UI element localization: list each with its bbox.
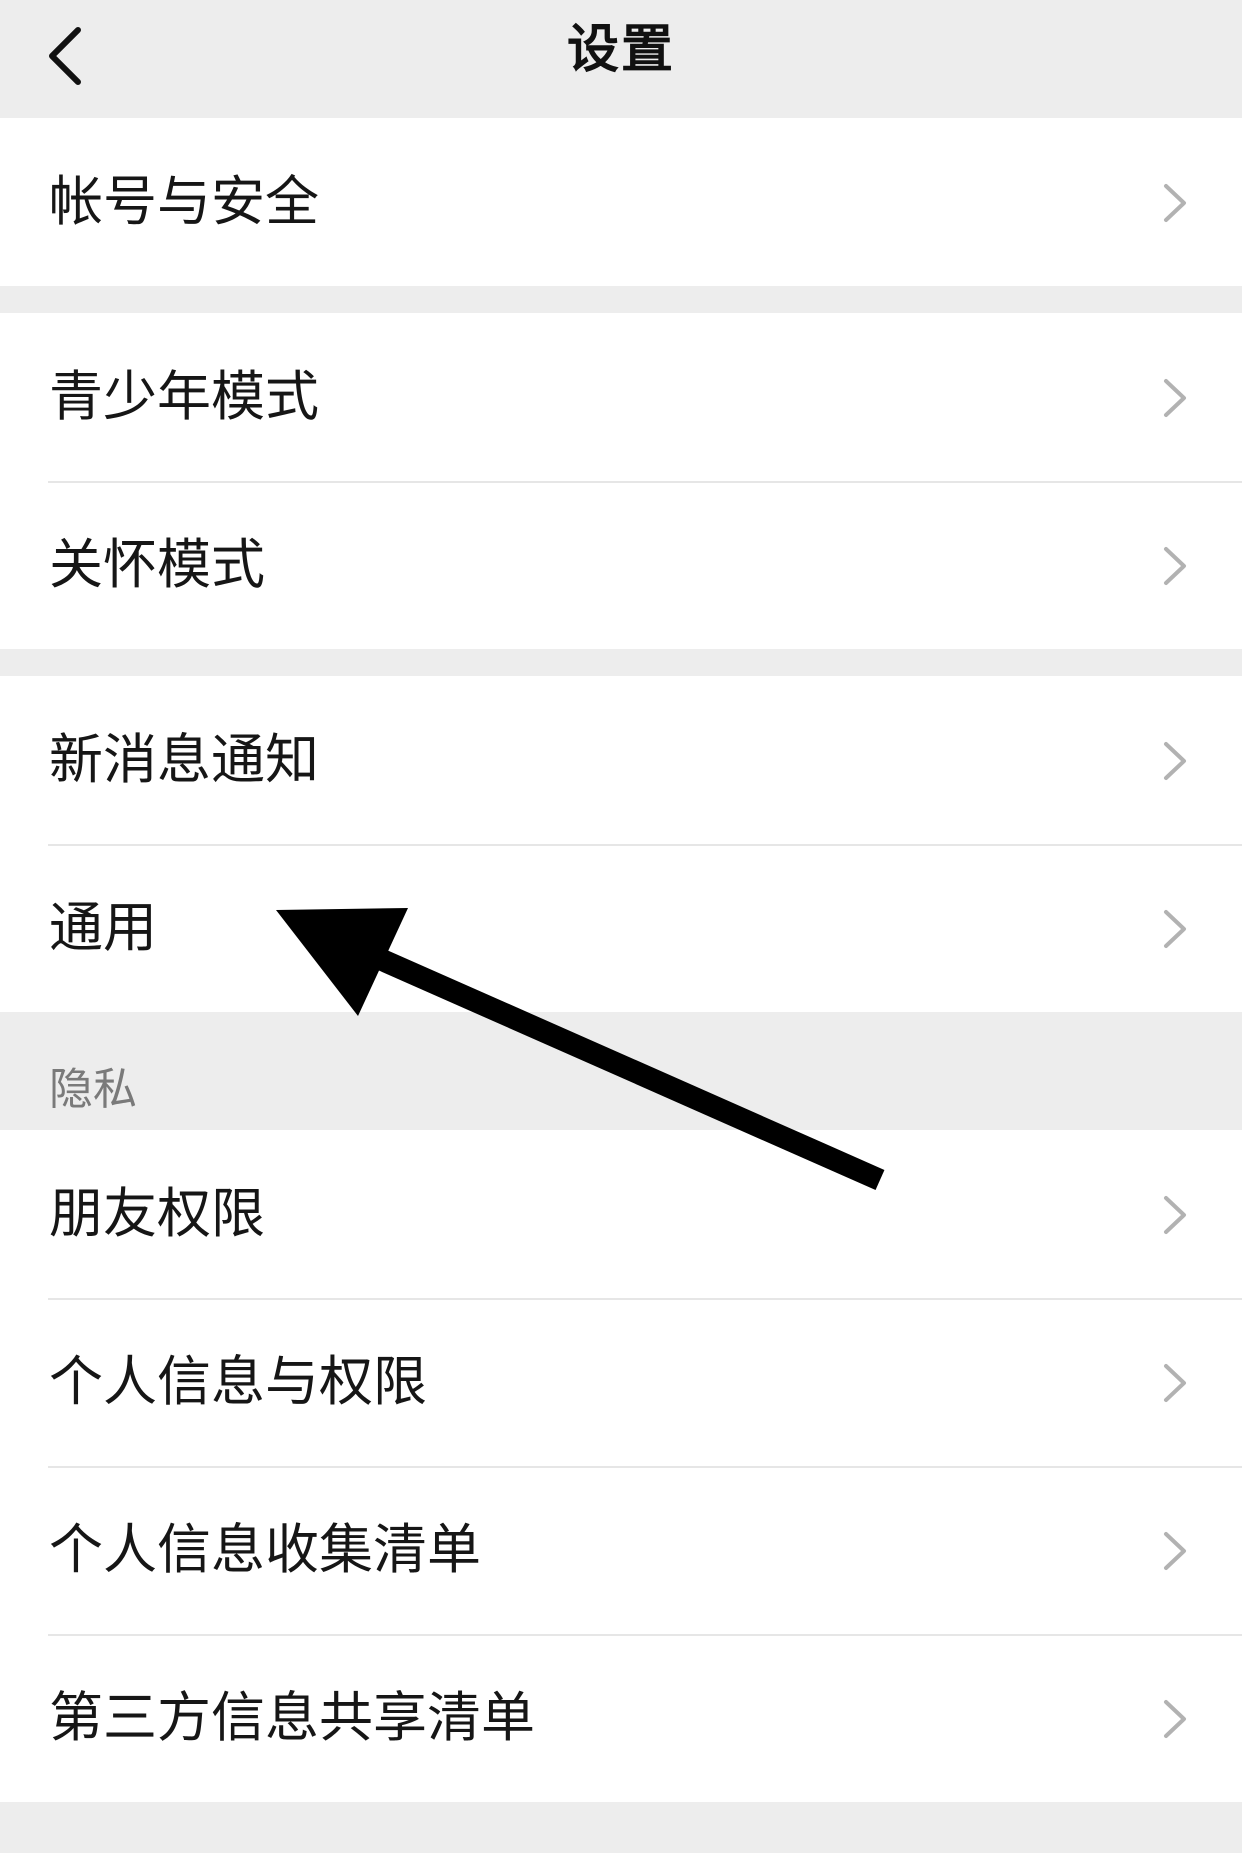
chevron-right-icon (1164, 910, 1186, 948)
settings-group-privacy: 朋友权限 个人信息与权限 个人信息收集清单 第三方信息共享清单 (0, 1130, 1242, 1802)
cell-label: 朋友权限 (49, 1182, 265, 1245)
row-divider (48, 844, 1242, 846)
chevron-right-icon (1164, 379, 1186, 417)
chevron-right-icon (1164, 1532, 1186, 1570)
navigation-bar: 设置 (0, 0, 1242, 118)
cell-new-message-notifications[interactable]: 新消息通知 (0, 676, 1242, 844)
cell-teen-mode[interactable]: 青少年模式 (0, 313, 1242, 481)
cell-label: 第三方信息共享清单 (49, 1686, 535, 1749)
chevron-right-icon (1164, 1700, 1186, 1738)
settings-group-modes: 青少年模式 关怀模式 (0, 313, 1242, 649)
cell-label: 通用 (49, 896, 157, 959)
chevron-right-icon (1164, 742, 1186, 780)
cell-friend-permissions[interactable]: 朋友权限 (0, 1130, 1242, 1298)
chevron-right-icon (1164, 1364, 1186, 1402)
cell-personal-info-collection-list[interactable]: 个人信息收集清单 (0, 1466, 1242, 1634)
cell-general[interactable]: 通用 (0, 844, 1242, 1012)
settings-screen: 设置 帐号与安全 青少年模式 关怀模式 新消息通知 通用 隐私 朋友权限 个人信… (0, 0, 1242, 1853)
cell-label: 关怀模式 (49, 533, 265, 596)
cell-label: 青少年模式 (49, 365, 319, 428)
settings-group-notifications: 新消息通知 通用 (0, 676, 1242, 1012)
page-title: 设置 (566, 20, 675, 80)
chevron-right-icon (1164, 184, 1186, 222)
chevron-right-icon (1164, 1196, 1186, 1234)
cell-label: 新消息通知 (49, 728, 319, 791)
settings-group-account: 帐号与安全 (0, 118, 1242, 286)
cell-third-party-info-sharing-list[interactable]: 第三方信息共享清单 (0, 1634, 1242, 1802)
cell-personal-info-permissions[interactable]: 个人信息与权限 (0, 1298, 1242, 1466)
cell-label: 个人信息与权限 (49, 1350, 427, 1413)
cell-care-mode[interactable]: 关怀模式 (0, 481, 1242, 649)
cell-label: 个人信息收集清单 (49, 1518, 481, 1581)
cell-label: 帐号与安全 (49, 170, 319, 233)
cell-account-security[interactable]: 帐号与安全 (0, 118, 1242, 286)
chevron-right-icon (1164, 547, 1186, 585)
section-header-privacy: 隐私 (49, 1064, 137, 1115)
